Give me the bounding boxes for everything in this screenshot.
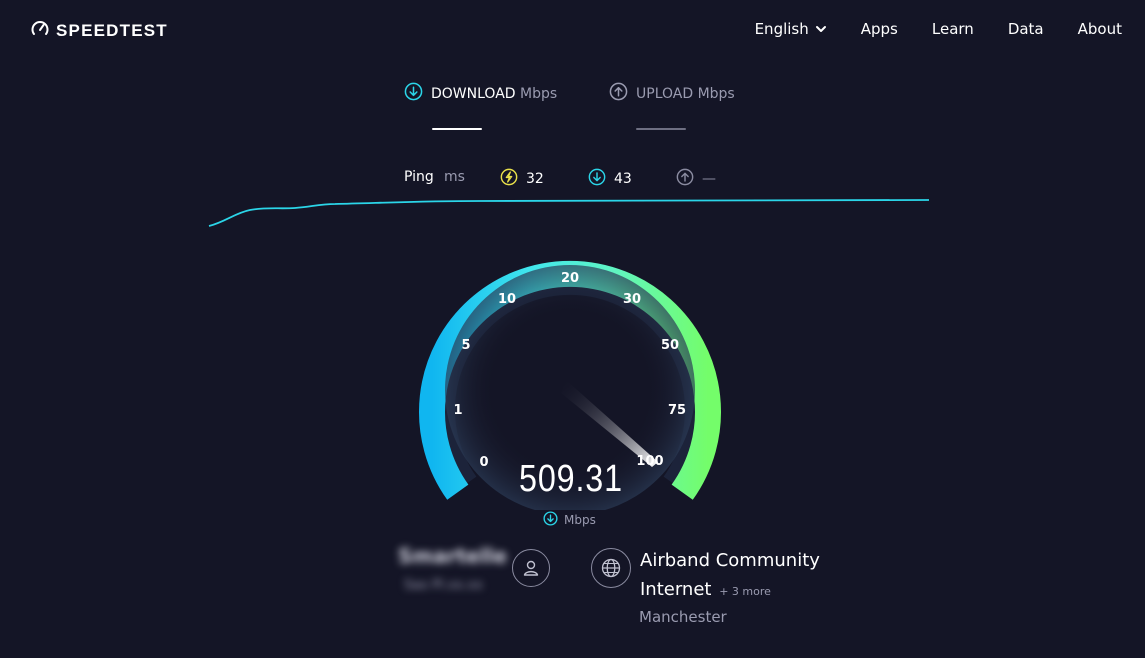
speed-history-graph [208,199,930,227]
speed-unit-label: Mbps [564,513,596,527]
gauge-tick-50: 50 [661,338,679,353]
isp-name[interactable]: Airband Community Internet + 3 more [640,546,860,606]
user-ip: Sao Pl.xx.xx [404,578,483,593]
speed-unit: Mbps [543,511,596,529]
speed-value: 509.31 [519,458,623,500]
gauge-tick-20: 20 [561,271,579,286]
gauge-tick-1: 1 [453,403,462,418]
user-info-blurred: Smartelle Sao Pl.xx.xx [396,538,508,604]
gauge-tick-10: 10 [498,292,516,307]
gauge-tick-30: 30 [623,292,641,307]
gauge-tick-75: 75 [668,403,686,418]
isp-more-link[interactable]: + 3 more [719,585,771,598]
isp-name-line2: Internet [640,579,712,600]
download-arrow-icon [543,511,558,529]
isp-name-line1: Airband Community [640,550,820,571]
server-location[interactable]: Manchester [639,608,727,626]
globe-icon[interactable] [591,548,631,588]
user-icon[interactable] [512,549,550,587]
gauge-tick-5: 5 [461,338,470,353]
user-name: Smartelle [398,544,508,568]
